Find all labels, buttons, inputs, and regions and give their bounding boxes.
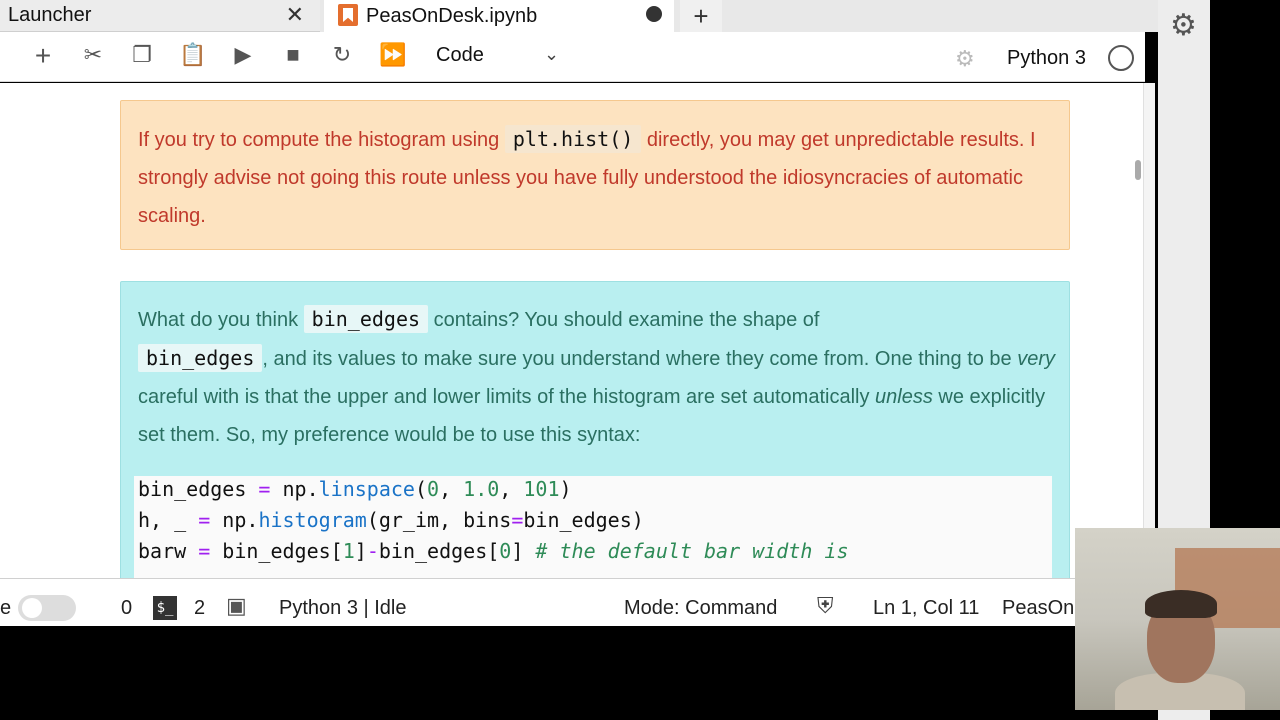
- webcam-person-hair: [1145, 590, 1217, 618]
- copy-icon[interactable]: ❐: [127, 42, 157, 68]
- code-line: h, _ = np.histogram(gr_im, bins=bin_edge…: [138, 508, 644, 532]
- warning-text: If you try to compute the histogram usin…: [138, 120, 1058, 235]
- notebook-icon: [338, 4, 358, 26]
- inline-code: bin_edges: [303, 305, 429, 333]
- property-inspector-gear-icon[interactable]: ⚙: [1170, 8, 1197, 43]
- inline-code: bin_edges: [138, 344, 263, 372]
- chevron-down-icon[interactable]: ⌄: [544, 44, 559, 65]
- add-cell-icon[interactable]: +: [28, 40, 58, 72]
- close-icon[interactable]: ✕: [286, 2, 304, 28]
- cpu-icon[interactable]: ▣: [226, 593, 247, 619]
- tab-notebook-label: PeasOnDesk.ipynb: [366, 4, 538, 27]
- mode-indicator: Mode: Command: [624, 597, 778, 619]
- simple-mode-toggle[interactable]: [18, 595, 76, 621]
- kernel-count[interactable]: 2: [194, 597, 205, 620]
- kernel-status[interactable]: Python 3 | Idle: [279, 597, 407, 620]
- warning-text-pre: If you try to compute the histogram usin…: [138, 129, 505, 151]
- info-text-2: contains? You should examine the shape o…: [428, 309, 820, 331]
- info-text: What do you think bin_edges contains? Yo…: [138, 300, 1058, 454]
- stop-icon[interactable]: ■: [278, 42, 308, 68]
- info-emphasis: unless: [875, 386, 933, 408]
- info-text-3: , and its values to make sure you unders…: [262, 348, 1018, 370]
- status-bar: e 0 $_ 2 ▣ Python 3 | Idle Mode: Command…: [0, 578, 1145, 626]
- terminal-icon[interactable]: $_: [153, 596, 177, 620]
- tab-launcher-label: Launcher: [8, 4, 92, 26]
- webcam-overlay: [1075, 528, 1280, 710]
- kernel-name[interactable]: Python 3: [1007, 47, 1086, 70]
- code-line: bin_edges = np.linspace(0, 1.0, 101): [138, 477, 572, 501]
- cut-icon[interactable]: ✂: [78, 42, 108, 68]
- paste-icon[interactable]: 📋: [178, 42, 208, 68]
- debugger-icon[interactable]: ⚙: [955, 46, 975, 72]
- kernel-status-icon: [1108, 45, 1134, 71]
- run-icon[interactable]: ▶: [228, 42, 258, 68]
- file-name-status: PeasOn: [1002, 597, 1075, 619]
- new-tab-button[interactable]: +: [680, 0, 722, 32]
- inline-code: plt.hist(): [504, 125, 642, 153]
- trusted-shield-icon[interactable]: ⛨: [817, 593, 834, 619]
- unsaved-dot-icon[interactable]: [646, 6, 662, 22]
- info-text-4: careful with is that the upper and lower…: [138, 386, 876, 408]
- restart-icon[interactable]: ↻: [327, 42, 357, 68]
- simple-mode-label: e: [0, 597, 12, 619]
- info-emphasis: very: [1017, 348, 1056, 370]
- tab-launcher[interactable]: Launcher ✕: [0, 0, 320, 32]
- code-line: barw = bin_edges[1]-bin_edges[0] # the d…: [138, 539, 849, 563]
- cell-type-select[interactable]: Code: [436, 44, 484, 67]
- tab-notebook[interactable]: PeasOnDesk.ipynb: [324, 0, 674, 32]
- scrollbar[interactable]: [1143, 83, 1155, 578]
- run-all-icon[interactable]: ⏩: [378, 42, 408, 68]
- info-text-1: What do you think: [138, 309, 304, 331]
- scrollbar-thumb[interactable]: [1135, 160, 1141, 180]
- terminal-count[interactable]: 0: [121, 597, 132, 620]
- cursor-position[interactable]: Ln 1, Col 11: [873, 597, 979, 620]
